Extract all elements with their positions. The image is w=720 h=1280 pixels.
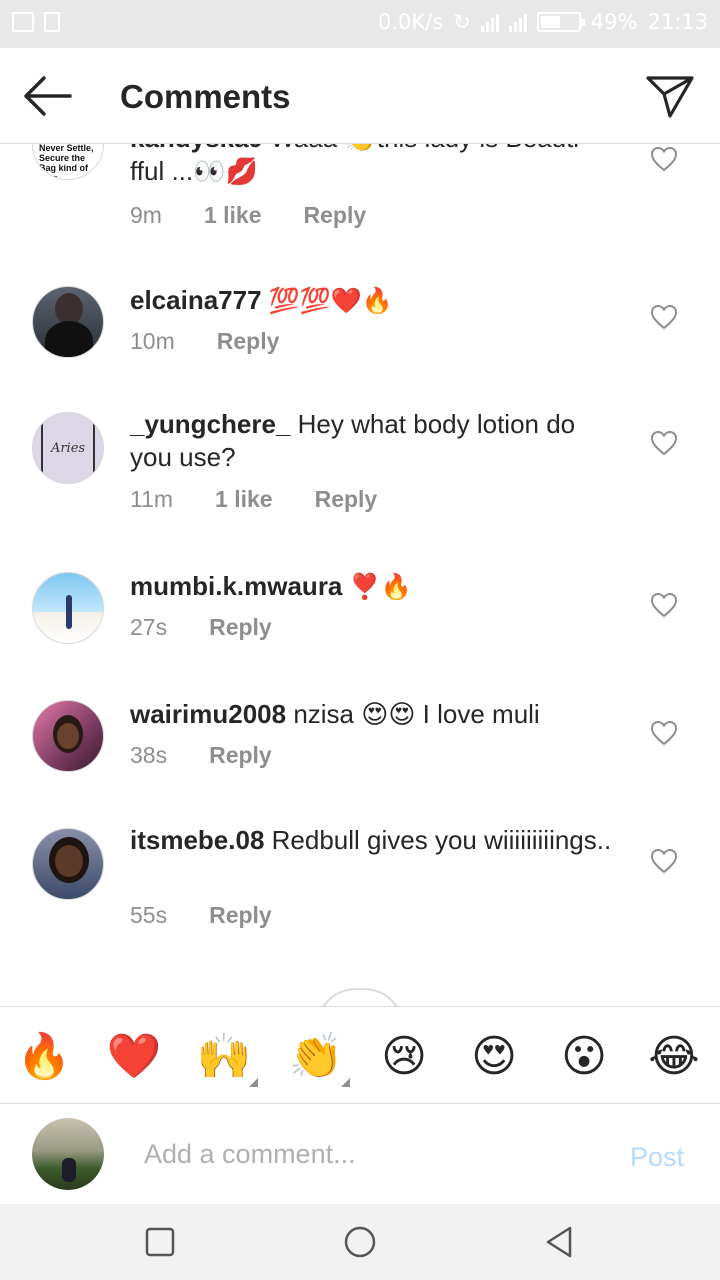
avatar[interactable]: She got that Next Level, Never Settle, S… [32, 144, 104, 180]
comment-input[interactable] [130, 1132, 570, 1176]
page-title: Comments [120, 78, 291, 115]
avatar-word: Aries [50, 440, 86, 456]
comment-text: elcaina777 💯💯❤️🔥 [130, 284, 620, 317]
system-nav-bar [0, 1204, 720, 1280]
comment-message: ❣️🔥 [342, 573, 412, 601]
comment-meta: 9m 1 like Reply [130, 202, 366, 229]
comment-meta: 55s Reply [130, 902, 272, 929]
heart-icon[interactable] [650, 304, 678, 330]
comment-message: Redbull gives you wiiiiiiiiings.. [264, 825, 612, 855]
comment-time: 27s [130, 614, 168, 640]
comment-likes[interactable]: 1 like [204, 202, 262, 229]
heart-icon[interactable] [650, 430, 678, 456]
reply-button[interactable]: Reply [217, 328, 280, 355]
raised-hands-emoji: 🙌 [196, 1032, 252, 1081]
comment-time: 38s [130, 742, 168, 768]
comment-text: _yungchere_ Hey what body lotion do you … [130, 408, 620, 474]
comment-username[interactable]: _yungchere_ [130, 409, 290, 439]
heart-icon[interactable] [650, 720, 678, 746]
comment-message-continued: fful ...👀💋 [130, 156, 258, 186]
post-button[interactable]: Post [630, 1142, 684, 1173]
heart-icon[interactable] [650, 592, 678, 618]
clap-emoji: 👏 [288, 1032, 344, 1081]
home-circle-icon[interactable] [342, 1224, 378, 1260]
net-speed: 0.0K/s [377, 10, 444, 34]
heart-icon[interactable] [650, 848, 678, 874]
comments-list[interactable]: She got that Next Level, Never Settle, S… [0, 144, 720, 1006]
back-triangle-icon[interactable] [542, 1224, 578, 1260]
comment-time: 10m [130, 328, 175, 354]
comment-username[interactable]: itsmebe.08 [130, 825, 264, 855]
heart-icon[interactable] [650, 146, 678, 172]
avatar[interactable] [32, 700, 104, 772]
arrow-left-icon[interactable] [22, 74, 74, 118]
heart-emoji-button[interactable]: ❤️ [104, 1029, 164, 1085]
skin-tone-indicator [341, 1078, 350, 1087]
comment-meta: 38s Reply [130, 742, 272, 769]
clock: 21:13 [647, 10, 708, 34]
fire-emoji-button[interactable]: 🔥 [14, 1029, 74, 1085]
sync-icon: ↻ [453, 10, 471, 34]
comment-meta: 27s Reply [130, 614, 272, 641]
avatar[interactable] [32, 572, 104, 644]
phone-notification-icon [44, 12, 60, 32]
app-header: Comments [0, 48, 720, 144]
surprised-emoji-button[interactable]: 😮 [554, 1029, 614, 1085]
comment-username[interactable]: elcaina777 [130, 285, 262, 315]
comment-text: kandyska9 Waaa 👏this lady is Beauti fful… [130, 144, 620, 188]
comment-time: 11m [130, 486, 174, 512]
comment-message: nzisa 😍😍 I love muli [286, 699, 540, 729]
comment-message: 💯💯❤️🔥 [261, 287, 394, 315]
reply-button[interactable]: Reply [209, 902, 272, 929]
recents-square-icon[interactable] [142, 1224, 178, 1260]
comment-likes[interactable]: 1 like [215, 486, 273, 513]
heart-eyes-emoji-button[interactable]: 😍 [464, 1029, 524, 1085]
status-bar: 0.0K/s ↻ 49% 21:13 [0, 0, 720, 48]
avatar[interactable] [32, 828, 104, 900]
comment-text: itsmebe.08 Redbull gives you wiiiiiiiiin… [130, 824, 620, 857]
comment-time: 9m [130, 202, 162, 228]
reply-button[interactable]: Reply [209, 742, 272, 769]
comment-meta: 11m 1 like Reply [130, 486, 377, 513]
avatar[interactable]: Aries [32, 412, 104, 484]
skin-tone-indicator [249, 1078, 258, 1087]
avatar-quote: She got that Next Level, Never Settle, S… [39, 144, 94, 180]
paper-plane-icon[interactable] [644, 72, 696, 120]
reply-button[interactable]: Reply [209, 614, 272, 641]
sad-emoji-button[interactable]: 😢 [374, 1029, 434, 1085]
reply-button[interactable]: Reply [304, 202, 367, 229]
comment-meta: 10m Reply [130, 328, 279, 355]
avatar[interactable] [32, 286, 104, 358]
comment-time: 55s [130, 902, 168, 928]
comment-username[interactable]: kandyska9 [130, 144, 263, 153]
laughing-emoji-button[interactable]: 😂 [644, 1029, 704, 1085]
raised-hands-emoji-button[interactable]: 🙌 [194, 1029, 258, 1087]
image-notification-icon [12, 12, 34, 32]
comment-message: Waaa 👏this lady is Beauti [263, 144, 579, 153]
comment-text: mumbi.k.mwaura ❣️🔥 [130, 570, 620, 603]
battery-icon [536, 12, 585, 32]
signal-icon-2 [508, 12, 527, 32]
comment-username[interactable]: mumbi.k.mwaura [130, 571, 342, 601]
comment-username[interactable]: wairimu2008 [130, 699, 286, 729]
emoji-quick-bar: 🔥 ❤️ 🙌 👏 😢 😍 😮 😂 [0, 1006, 720, 1104]
comment-text: wairimu2008 nzisa 😍😍 I love muli [130, 698, 620, 731]
my-avatar [32, 1118, 104, 1190]
battery-percent: 49% [590, 10, 638, 34]
comment-composer: Post [0, 1104, 720, 1204]
reply-button[interactable]: Reply [315, 486, 378, 513]
signal-icon [480, 12, 499, 32]
clap-emoji-button[interactable]: 👏 [286, 1029, 350, 1087]
